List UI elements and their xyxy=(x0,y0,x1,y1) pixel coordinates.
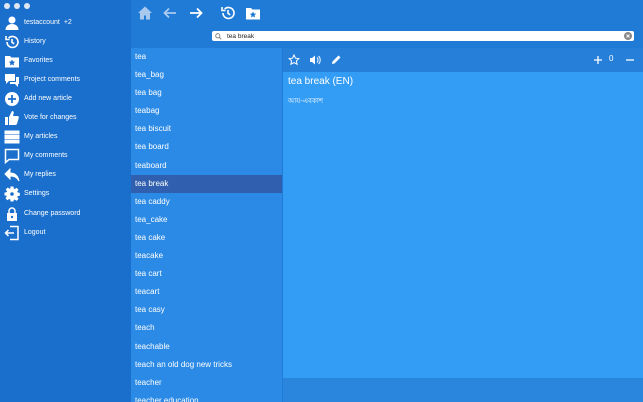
close-icon xyxy=(626,34,630,38)
list-item[interactable]: tea casy xyxy=(131,301,282,319)
vote-count: 0 xyxy=(609,54,614,63)
account-item[interactable]: testaccount +2 xyxy=(0,13,131,32)
back-button[interactable] xyxy=(161,4,179,22)
close-window-button[interactable] xyxy=(4,3,10,9)
sidebar-item-label: My articles xyxy=(24,133,58,140)
sidebar-item-my-articles[interactable]: My articles xyxy=(0,127,131,146)
sidebar-item-project-comments[interactable]: Project comments xyxy=(0,70,131,89)
maximize-window-button[interactable] xyxy=(24,3,30,9)
favorites-folder-icon xyxy=(246,8,260,20)
list-item[interactable]: tea xyxy=(131,48,282,66)
sidebar-item-label: My replies xyxy=(24,171,56,178)
sidebar: testaccount +2 History Favorites Project… xyxy=(0,0,131,402)
arrow-left-icon xyxy=(163,7,176,19)
vote-up-button[interactable] xyxy=(591,53,605,67)
window-controls xyxy=(4,3,30,9)
lock-icon xyxy=(4,206,20,222)
sidebar-item-label: Project comments xyxy=(24,76,81,83)
sidebar-item-add-article[interactable]: Add new article xyxy=(0,89,131,108)
plus-icon xyxy=(594,56,602,64)
list-item[interactable]: teach an old dog new tricks xyxy=(131,356,282,374)
list-item[interactable]: teach xyxy=(131,319,282,337)
sidebar-item-label: History xyxy=(24,38,46,45)
search-icon xyxy=(215,31,225,41)
list-item[interactable]: teacher education xyxy=(131,392,282,402)
minus-icon xyxy=(626,59,634,61)
list-item[interactable]: teabag xyxy=(131,102,282,120)
home-icon xyxy=(138,6,152,20)
list-item[interactable]: tea_bag xyxy=(131,66,282,84)
speaker-icon xyxy=(310,55,321,65)
history-button[interactable] xyxy=(219,4,237,22)
gear-icon xyxy=(4,186,20,202)
sidebar-item-label: Settings xyxy=(24,190,50,197)
list-item[interactable]: teacart xyxy=(131,283,282,301)
forward-button[interactable] xyxy=(187,4,205,22)
sidebar-item-my-comments[interactable]: My comments xyxy=(0,146,131,165)
word-list: tea tea_bag tea bag teabag tea biscuit tea bo… xyxy=(131,48,282,402)
favorites-button[interactable] xyxy=(244,4,262,22)
comments-icon xyxy=(4,72,20,88)
article-panel: 0 tea break (EN) আয-এবকাশ xyxy=(283,48,643,402)
logout-icon xyxy=(4,225,20,241)
list-item[interactable]: teacher xyxy=(131,374,282,392)
pronounce-button[interactable] xyxy=(308,53,322,67)
sidebar-item-label: Add new article xyxy=(24,95,72,102)
clear-search-button[interactable] xyxy=(624,32,632,40)
account-name: testaccount xyxy=(24,19,60,26)
pencil-icon xyxy=(332,55,341,64)
list-item[interactable]: tea board xyxy=(131,138,282,156)
list-item[interactable]: tea_cake xyxy=(131,211,282,229)
list-item[interactable]: tea cake xyxy=(131,229,282,247)
article-footer xyxy=(283,378,643,402)
list-item[interactable]: teaboard xyxy=(131,157,282,175)
search-input[interactable] xyxy=(225,31,625,41)
list-item[interactable]: tea bag xyxy=(131,84,282,102)
history-icon xyxy=(4,34,20,50)
reply-icon xyxy=(4,167,20,183)
sidebar-item-label: Favorites xyxy=(24,57,53,64)
sidebar-item-my-replies[interactable]: My replies xyxy=(0,165,131,184)
list-item[interactable]: tea cart xyxy=(131,265,282,283)
sidebar-item-label: My comments xyxy=(24,152,68,159)
sidebar-item-favorites[interactable]: Favorites xyxy=(0,51,131,70)
vote-down-button[interactable] xyxy=(623,53,637,67)
article-translation: আয-এবকাশ xyxy=(288,97,324,105)
sidebar-item-label: Logout xyxy=(24,229,46,236)
vote-icon xyxy=(4,110,20,126)
home-button[interactable] xyxy=(136,4,154,22)
article-toolbar: 0 xyxy=(283,48,643,72)
list-item[interactable]: teachable xyxy=(131,338,282,356)
list-item[interactable]: teacake xyxy=(131,247,282,265)
list-item-selected[interactable]: tea break xyxy=(131,174,282,193)
arrow-right-icon xyxy=(190,7,203,19)
article-title: tea break (EN) xyxy=(288,76,354,87)
sidebar-item-vote[interactable]: Vote for changes xyxy=(0,108,131,127)
list-item[interactable]: tea biscuit xyxy=(131,120,282,138)
add-icon xyxy=(4,91,20,107)
sidebar-item-label: Vote for changes xyxy=(24,114,77,121)
list-icon xyxy=(4,129,20,145)
favorite-button[interactable] xyxy=(287,53,301,67)
minimize-window-button[interactable] xyxy=(14,3,20,9)
sidebar-item-history[interactable]: History xyxy=(0,32,131,51)
toolbar xyxy=(131,0,643,48)
comment-icon xyxy=(4,148,20,164)
favorites-icon xyxy=(4,53,20,69)
sidebar-item-change-password[interactable]: Change password xyxy=(0,204,131,223)
account-badge: +2 xyxy=(63,19,72,26)
list-item[interactable]: tea caddy xyxy=(131,193,282,211)
history-icon xyxy=(221,6,235,20)
sidebar-item-logout[interactable]: Logout xyxy=(0,223,131,242)
user-icon xyxy=(4,15,20,31)
sidebar-item-settings[interactable]: Settings xyxy=(0,184,131,203)
star-icon xyxy=(288,54,300,66)
edit-button[interactable] xyxy=(329,53,343,67)
sidebar-item-label: Change password xyxy=(24,210,81,217)
search-bar xyxy=(212,31,634,41)
